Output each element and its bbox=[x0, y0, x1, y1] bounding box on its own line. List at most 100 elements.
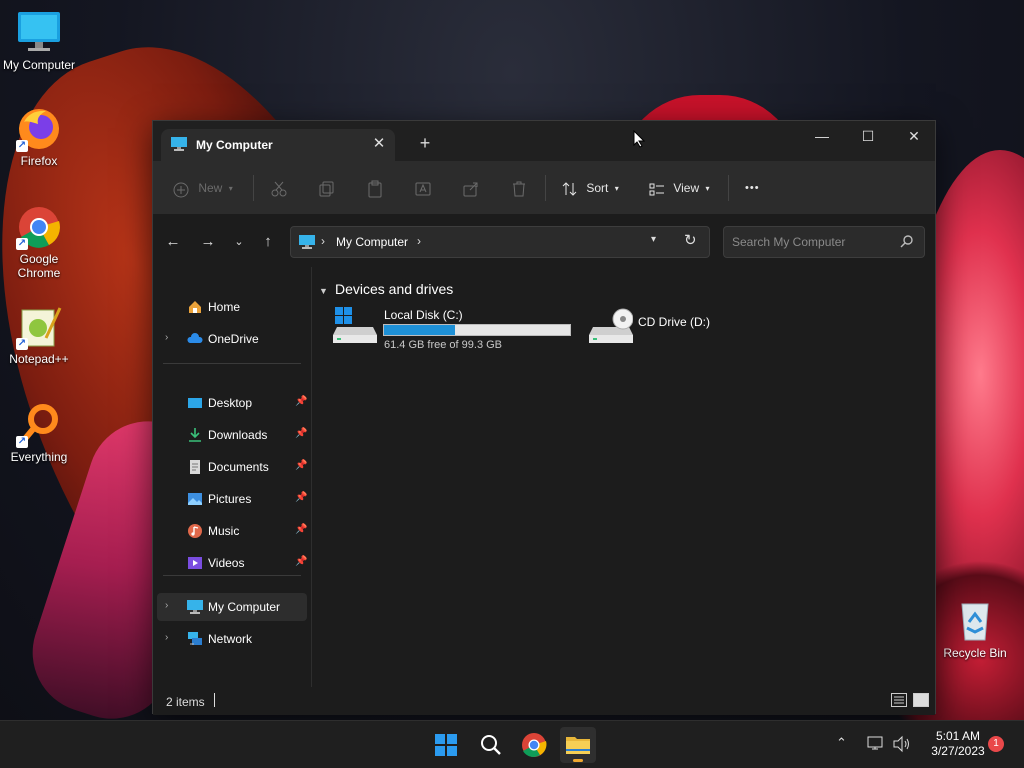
desktop-icon-everything[interactable]: ↗ Everything bbox=[1, 402, 77, 464]
search-box[interactable] bbox=[723, 226, 925, 258]
rename-icon bbox=[414, 180, 432, 198]
desktop-icon-chrome[interactable]: ↗ Google Chrome bbox=[1, 204, 77, 280]
chevron-right-icon[interactable]: › bbox=[321, 234, 325, 248]
new-button[interactable]: New ▾ bbox=[173, 174, 233, 202]
address-history-dropdown[interactable]: ▾ bbox=[651, 234, 656, 245]
picture-icon bbox=[187, 491, 203, 507]
sidebar-item-my-computer[interactable]: › My Computer bbox=[157, 593, 307, 621]
desktop-icon-notepadpp[interactable]: ↗ Notepad++ bbox=[1, 304, 77, 366]
forward-button[interactable]: → bbox=[196, 231, 220, 253]
volume-icon[interactable] bbox=[892, 735, 912, 755]
details-view-button[interactable] bbox=[891, 693, 907, 707]
pin-icon[interactable]: 📌 bbox=[295, 524, 307, 535]
breadcrumb-my-computer[interactable]: My Computer bbox=[336, 235, 408, 249]
recent-locations-button[interactable]: ⌄ bbox=[227, 231, 251, 253]
windows-logo-icon bbox=[435, 734, 457, 756]
local-disk-icon bbox=[333, 307, 377, 350]
tab-title: My Computer bbox=[196, 138, 273, 152]
chevron-down-icon: ▼ bbox=[319, 286, 328, 296]
tiles-view-button[interactable] bbox=[913, 693, 929, 707]
chevron-right-icon[interactable]: › bbox=[417, 234, 421, 248]
drive-cd-d[interactable]: CD Drive (D:) bbox=[587, 307, 727, 353]
paste-button[interactable] bbox=[366, 174, 384, 202]
chevron-right-icon[interactable]: › bbox=[165, 632, 168, 643]
chevron-down-icon: ▾ bbox=[705, 183, 710, 193]
sidebar-item-music[interactable]: Music 📌 bbox=[157, 517, 307, 545]
view-button[interactable]: View ▾ bbox=[648, 174, 710, 202]
start-button[interactable] bbox=[428, 727, 464, 763]
sidebar-item-desktop[interactable]: Desktop 📌 bbox=[157, 389, 307, 417]
pane-splitter[interactable] bbox=[311, 267, 312, 687]
network-status-icon[interactable] bbox=[866, 735, 886, 755]
refresh-button[interactable]: ↻ bbox=[684, 231, 697, 249]
pin-icon[interactable]: 📌 bbox=[295, 492, 307, 503]
taskbar-search-button[interactable] bbox=[472, 727, 508, 763]
group-title: Devices and drives bbox=[335, 281, 454, 297]
sidebar-item-label: Videos bbox=[208, 556, 245, 570]
chevron-down-icon: ▾ bbox=[614, 183, 619, 193]
chevron-right-icon[interactable]: › bbox=[165, 332, 168, 343]
cloud-icon bbox=[187, 331, 203, 347]
sort-button[interactable]: Sort ▾ bbox=[561, 174, 619, 202]
close-button[interactable]: ✕ bbox=[891, 121, 937, 151]
download-arrow-icon bbox=[187, 427, 203, 443]
sidebar-item-label: Documents bbox=[208, 460, 269, 474]
copy-button[interactable] bbox=[318, 174, 336, 202]
cd-drive-icon bbox=[589, 307, 634, 350]
maximize-button[interactable]: ☐ bbox=[845, 121, 891, 151]
toolbar-divider bbox=[253, 175, 254, 201]
desktop-icon-firefox[interactable]: ↗ Firefox bbox=[1, 106, 77, 168]
notification-badge[interactable]: 1 bbox=[988, 736, 1004, 752]
title-bar[interactable]: My Computer ✕ + — ☐ ✕ bbox=[153, 121, 935, 161]
sidebar-item-pictures[interactable]: Pictures 📌 bbox=[157, 485, 307, 513]
delete-button[interactable] bbox=[510, 174, 528, 202]
chevron-right-icon[interactable]: › bbox=[165, 600, 168, 611]
sidebar-item-videos[interactable]: Videos 📌 bbox=[157, 549, 307, 577]
pin-icon[interactable]: 📌 bbox=[295, 396, 307, 407]
pin-icon[interactable]: 📌 bbox=[295, 428, 307, 439]
desktop-icon-my-computer[interactable]: My Computer bbox=[1, 10, 77, 72]
drive-local-disk-c[interactable]: Local Disk (C:) 61.4 GB free of 99.3 GB bbox=[331, 307, 571, 353]
taskbar: ⌃ 5:01 AM 3/27/2023 bbox=[0, 720, 1024, 768]
desktop-icon-recycle-bin[interactable]: Recycle Bin bbox=[937, 598, 1013, 660]
search-input[interactable] bbox=[732, 234, 892, 250]
folder-icon bbox=[566, 737, 590, 754]
search-icon[interactable] bbox=[900, 234, 914, 248]
search-icon bbox=[481, 735, 501, 755]
cut-button[interactable] bbox=[270, 174, 288, 202]
sidebar-item-onedrive[interactable]: › OneDrive bbox=[157, 325, 307, 353]
sidebar-divider bbox=[163, 575, 301, 576]
toolbar-divider bbox=[728, 175, 729, 201]
tab-close-button[interactable]: ✕ bbox=[369, 134, 389, 154]
sidebar-item-home[interactable]: Home bbox=[157, 293, 307, 321]
sidebar-item-network[interactable]: › Network bbox=[157, 625, 307, 653]
document-icon bbox=[187, 459, 203, 475]
back-button[interactable]: ← bbox=[161, 231, 185, 253]
share-button[interactable] bbox=[462, 174, 480, 202]
pin-icon[interactable]: 📌 bbox=[295, 556, 307, 567]
pin-icon[interactable]: 📌 bbox=[295, 460, 307, 471]
group-header-devices[interactable]: ▼ Devices and drives bbox=[319, 281, 453, 297]
chrome-icon: ↗ bbox=[16, 204, 62, 250]
new-tab-button[interactable]: + bbox=[415, 133, 435, 153]
firefox-icon: ↗ bbox=[16, 106, 62, 152]
up-button[interactable]: ↑ bbox=[256, 231, 280, 253]
tab-my-computer[interactable]: My Computer ✕ bbox=[161, 129, 395, 161]
sidebar-item-documents[interactable]: Documents 📌 bbox=[157, 453, 307, 481]
address-bar[interactable]: › My Computer › ▾ ↻ bbox=[290, 226, 710, 258]
rename-button[interactable] bbox=[414, 174, 432, 202]
show-hidden-icons-button[interactable]: ⌃ bbox=[836, 735, 847, 755]
monitor-icon bbox=[299, 235, 315, 249]
navigation-pane: Home › OneDrive Desktop 📌 Downloads 📌 Do… bbox=[153, 267, 311, 687]
item-count: 2 items bbox=[166, 695, 205, 709]
clock[interactable]: 5:01 AM 3/27/2023 bbox=[918, 729, 998, 759]
drive-name: Local Disk (C:) bbox=[384, 308, 463, 322]
taskbar-file-explorer-button[interactable] bbox=[560, 727, 596, 763]
plus-circle-icon bbox=[173, 180, 191, 198]
taskbar-chrome-button[interactable] bbox=[516, 727, 552, 763]
more-options-button[interactable]: ••• bbox=[745, 174, 760, 202]
command-bar: New ▾ Sort ▾ View ▾ ••• bbox=[153, 161, 935, 215]
sidebar-item-downloads[interactable]: Downloads 📌 bbox=[157, 421, 307, 449]
minimize-button[interactable]: — bbox=[799, 121, 845, 151]
share-icon bbox=[462, 180, 480, 198]
